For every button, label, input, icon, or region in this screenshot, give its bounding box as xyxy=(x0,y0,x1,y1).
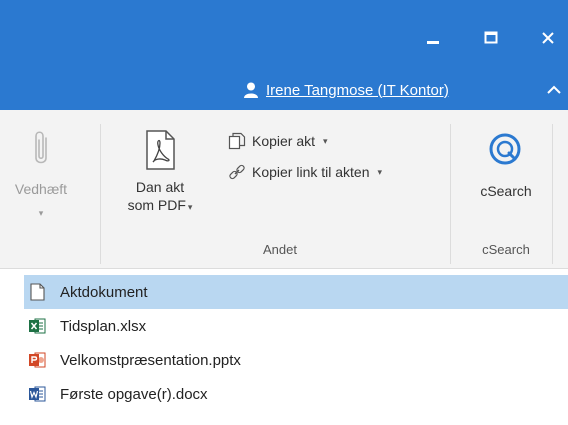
csearch-label: cSearch xyxy=(480,183,532,199)
powerpoint-file-icon xyxy=(29,352,46,368)
kopier-link-dropdown-icon: ▾ xyxy=(377,166,383,177)
dan-akt-dropdown-icon: ▾ xyxy=(187,202,193,212)
collapse-ribbon-button[interactable] xyxy=(540,78,568,102)
list-item-aktdokument[interactable]: Aktdokument xyxy=(24,275,568,309)
dan-akt-label-line1: Dan akt xyxy=(135,179,185,195)
close-button[interactable] xyxy=(528,18,568,58)
file-name: Velkomstpræsentation.pptx xyxy=(60,351,241,369)
ribbon-separator xyxy=(552,124,553,264)
file-name: Første opgave(r).docx xyxy=(60,385,208,403)
kopier-akt-label: Kopier akt xyxy=(252,133,316,149)
list-item-forste-opgave[interactable]: Første opgave(r).docx xyxy=(24,377,568,411)
title-bar: Irene Tangmose (IT Kontor) xyxy=(0,0,568,110)
user-name-link[interactable]: Irene Tangmose (IT Kontor) xyxy=(266,82,449,99)
ribbon-separator xyxy=(450,124,451,264)
file-name: Aktdokument xyxy=(60,283,148,301)
copy-icon xyxy=(228,132,246,150)
document-icon xyxy=(30,283,45,301)
kopier-link-button[interactable]: Kopier link til akten ▾ xyxy=(228,163,382,181)
user-account[interactable]: Irene Tangmose (IT Kontor) xyxy=(244,78,449,102)
attach-button[interactable]: Vedhæft ▾ xyxy=(6,130,76,222)
user-icon xyxy=(244,82,258,98)
ribbon-separator xyxy=(100,124,101,264)
file-name: Tidsplan.xlsx xyxy=(60,317,147,335)
kopier-akt-dropdown-icon: ▾ xyxy=(323,135,328,146)
pdf-icon xyxy=(146,130,175,170)
dan-akt-som-pdf-button[interactable]: Dan akt som PDF ▾ xyxy=(118,130,202,216)
link-icon xyxy=(229,164,245,180)
minimize-button[interactable] xyxy=(410,18,456,58)
maximize-icon xyxy=(484,31,498,44)
kopier-akt-button[interactable]: Kopier akt ▾ xyxy=(228,132,328,150)
group-label-andet: Andet xyxy=(263,242,297,257)
ribbon: Vedhæft ▾ Dan akt som PDF ▾ Kopier akt ▾ … xyxy=(0,110,568,269)
attach-label: Vedhæft xyxy=(14,181,68,197)
attachment-list: Aktdokument Tidsplan.xlsx Velkomstpræsen… xyxy=(24,275,568,411)
csearch-icon xyxy=(489,133,521,165)
dan-akt-label-line2-row: som PDF ▾ xyxy=(128,196,193,216)
dan-akt-label-line2: som PDF xyxy=(127,197,186,213)
excel-file-icon xyxy=(29,318,46,334)
list-item-velkomstpraesentation[interactable]: Velkomstpræsentation.pptx xyxy=(24,343,568,377)
maximize-button[interactable] xyxy=(468,18,514,58)
minimize-icon xyxy=(427,41,439,44)
attach-dropdown-icon: ▾ xyxy=(38,208,44,218)
chevron-up-icon xyxy=(547,85,561,94)
csearch-button[interactable]: cSearch xyxy=(460,132,552,200)
group-label-csearch: cSearch xyxy=(482,242,530,257)
kopier-link-label: Kopier link til akten xyxy=(252,164,370,180)
word-file-icon xyxy=(29,386,46,402)
close-icon xyxy=(542,32,554,44)
paperclip-icon xyxy=(35,131,47,164)
list-item-tidsplan[interactable]: Tidsplan.xlsx xyxy=(24,309,568,343)
